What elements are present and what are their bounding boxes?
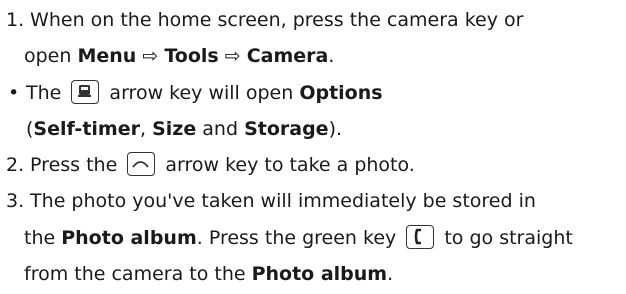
photo-album-label-2: Photo album [251, 263, 388, 286]
photo-album-label: Photo album [61, 226, 197, 249]
step-3-line-3: from the camera to the Photo album. [24, 263, 394, 286]
step-1-line-2: open Menu ⇨ Tools ⇨ Camera. [24, 45, 335, 68]
instructions: 1. When on the home screen, press the ca… [0, 0, 626, 292]
bullet-line-1: • The arrow key will open Options [6, 75, 626, 111]
storage-label: Storage [244, 117, 329, 140]
step-1-line-1: 1. When on the home screen, press the ca… [6, 2, 626, 38]
step-3-line-2: the Photo album. Press the green key to … [24, 224, 573, 249]
camera-label: Camera [246, 45, 329, 68]
self-timer-label: Self-timer [33, 117, 140, 140]
options-label: Options [299, 81, 383, 104]
tools-label: Tools [164, 45, 219, 68]
green-call-key-icon [406, 224, 435, 249]
menu-label: Menu [77, 45, 137, 68]
up-arrow-key-icon [127, 152, 156, 177]
step-number: 3. [6, 190, 25, 213]
step-number: 1. [6, 9, 25, 31]
bullet-marker: • [8, 81, 20, 104]
camera-key-icon [71, 79, 100, 104]
size-label: Size [152, 117, 197, 140]
step-3-line-1: 3. The photo you've taken will immediate… [6, 183, 626, 219]
bullet-line-2: (Self-timer, Size and Storage). [26, 117, 343, 140]
step-2-line: 2. Press the arrow key to take a photo. [6, 147, 626, 183]
step-number: 2. [6, 154, 25, 177]
arrow-glyph: ⇨ [142, 45, 159, 68]
